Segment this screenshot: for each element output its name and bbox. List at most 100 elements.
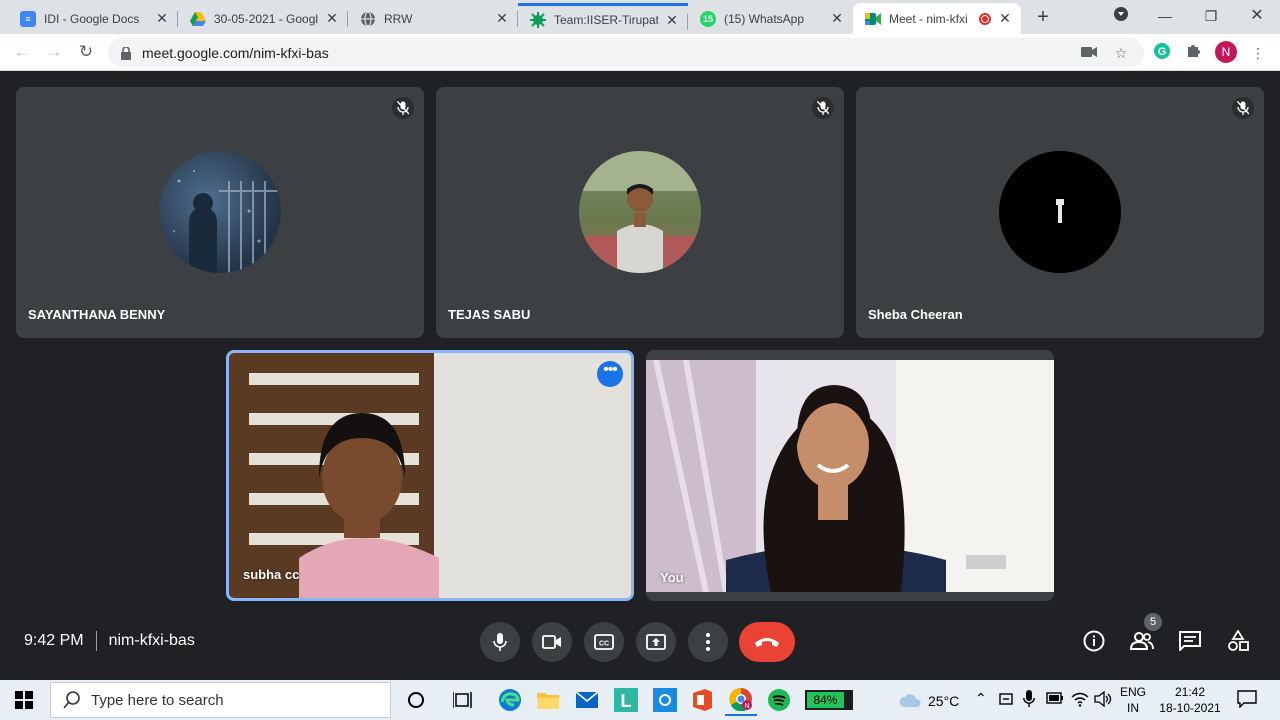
battery-widget[interactable]: 84%: [805, 690, 853, 710]
participant-tile[interactable]: Sheba Cheeran: [856, 87, 1264, 338]
more-vert-icon: [706, 633, 710, 651]
file-explorer-icon[interactable]: [532, 684, 564, 716]
meeting-details-button[interactable]: [1081, 628, 1107, 654]
leave-call-button[interactable]: [739, 622, 795, 662]
tab-search-icon[interactable]: [1106, 4, 1136, 28]
extensions-puzzle-icon[interactable]: [1183, 42, 1205, 64]
browser-tab-meet[interactable]: Meet - nim-kfxi ✕: [853, 3, 1021, 34]
close-tab-icon[interactable]: ✕: [494, 10, 510, 27]
participant-avatar: [159, 151, 281, 273]
people-button[interactable]: [1129, 628, 1155, 654]
people-icon: [1130, 632, 1154, 650]
notifications-icon[interactable]: [1237, 690, 1257, 711]
video-tile-self[interactable]: You: [646, 350, 1054, 601]
meet-tray-icon[interactable]: [999, 691, 1013, 710]
browser-tab-google-drive[interactable]: 30-05-2021 - Googl ✕: [178, 3, 348, 34]
mail-icon[interactable]: [571, 684, 603, 716]
taskbar-search-box[interactable]: Type here to search: [50, 682, 391, 718]
close-tab-icon[interactable]: ✕: [154, 10, 170, 27]
language-code: ENG: [1119, 685, 1146, 699]
microphone-button[interactable]: [480, 622, 520, 662]
windows-start-button[interactable]: [0, 680, 48, 720]
microphone-tray-icon[interactable]: [1023, 690, 1035, 711]
participant-name: You: [660, 570, 684, 585]
grammarly-icon[interactable]: G: [1151, 42, 1173, 64]
input-language[interactable]: ENG IN: [1119, 684, 1147, 716]
self-video: [646, 360, 1054, 592]
search-icon: [63, 691, 80, 709]
participant-tile[interactable]: SAYANTHANA BENNY: [16, 87, 424, 338]
lock-icon: [120, 45, 132, 60]
wifi-icon[interactable]: [1071, 691, 1089, 710]
new-tab-button[interactable]: +: [1032, 6, 1054, 28]
chat-button[interactable]: [1177, 628, 1203, 654]
task-view-icon[interactable]: [447, 684, 479, 716]
close-tab-icon[interactable]: ✕: [664, 12, 680, 29]
app-blue-icon[interactable]: [649, 684, 681, 716]
browser-tab-whatsapp[interactable]: 15 (15) WhatsApp ✕: [688, 3, 853, 34]
minimize-icon[interactable]: —: [1150, 4, 1180, 28]
reload-icon[interactable]: ↻: [74, 40, 98, 64]
more-options-button[interactable]: [688, 622, 728, 662]
activities-shapes-icon: [1228, 630, 1249, 651]
browser-toolbar: ← → ↻ meet.google.com/nim-kfxi-bas ☆ G ⋮: [0, 34, 1280, 71]
restore-icon[interactable]: ❐: [1196, 4, 1226, 28]
bookmark-star-icon[interactable]: ☆: [1112, 44, 1130, 62]
participant-name: subha cc: [243, 567, 300, 582]
video-tile-active-speaker[interactable]: ••• subha cc: [226, 350, 634, 601]
profile-avatar[interactable]: N: [1215, 41, 1237, 63]
more-options-button[interactable]: •••: [597, 361, 623, 387]
address-bar[interactable]: meet.google.com/nim-kfxi-bas ☆: [108, 38, 1144, 67]
battery-tray-icon[interactable]: [1046, 692, 1064, 707]
globe-icon: [360, 10, 376, 27]
svg-text:N: N: [744, 703, 749, 710]
close-tab-icon[interactable]: ✕: [997, 10, 1013, 27]
recording-icon: [979, 12, 991, 25]
office-icon[interactable]: [686, 684, 718, 716]
close-tab-icon[interactable]: ✕: [829, 10, 845, 27]
clock-date: 18-10-2021: [1159, 701, 1221, 715]
google-meet-icon: [865, 11, 881, 27]
battery-level: 84%: [807, 692, 844, 708]
mic-off-icon: [392, 97, 414, 119]
chrome-taskbar-icon[interactable]: N: [725, 684, 757, 716]
whatsapp-icon: 15: [700, 10, 716, 27]
volume-icon[interactable]: [1094, 690, 1112, 710]
windows-logo-icon: [15, 691, 33, 709]
info-icon: [1083, 630, 1105, 652]
browser-tab-iiser[interactable]: Team:IISER-Tirupati ✕: [518, 3, 688, 34]
google-docs-icon: ≡: [20, 10, 36, 27]
clock-time: 21:42: [1174, 685, 1206, 699]
meeting-code: nim-kfxi-bas: [108, 632, 195, 649]
cortana-icon[interactable]: [400, 684, 432, 716]
search-placeholder: Type here to search: [91, 691, 224, 709]
activities-button[interactable]: [1225, 628, 1251, 654]
people-count-badge: 5: [1144, 613, 1162, 631]
weather-cloud-icon[interactable]: [895, 684, 927, 716]
browser-tab-google-docs[interactable]: ≡ IDI - Google Docs ✕: [8, 3, 178, 34]
microphone-icon: [493, 633, 507, 651]
close-window-icon[interactable]: ✕: [1242, 4, 1272, 28]
app-l-icon[interactable]: L: [610, 684, 642, 716]
participant-tile[interactable]: TEJAS SABU: [436, 87, 844, 338]
browser-tab-rrw[interactable]: RRW ✕: [348, 3, 518, 34]
taskbar-clock[interactable]: 21:42 18-10-2021: [1152, 684, 1228, 716]
show-hidden-icons[interactable]: ⌃: [975, 690, 987, 707]
meeting-time: 9:42 PM: [24, 632, 84, 649]
forward-icon[interactable]: →: [42, 40, 66, 64]
spotify-icon[interactable]: [763, 684, 795, 716]
camera-in-use-icon[interactable]: [1080, 44, 1098, 62]
camera-button[interactable]: [532, 622, 572, 662]
edge-browser-icon[interactable]: [494, 684, 526, 716]
present-screen-button[interactable]: [636, 622, 676, 662]
participant-name: SAYANTHANA BENNY: [28, 307, 166, 322]
url-text: meet.google.com/nim-kfxi-bas: [142, 44, 329, 61]
chrome-menu-icon[interactable]: ⋮: [1247, 42, 1269, 64]
participant-video: [229, 353, 631, 598]
close-tab-icon[interactable]: ✕: [324, 10, 340, 27]
back-icon[interactable]: ←: [10, 40, 34, 64]
igem-icon: [530, 12, 546, 28]
captions-button[interactable]: CC: [584, 622, 624, 662]
mic-off-icon: [812, 97, 834, 119]
chat-icon: [1179, 631, 1201, 651]
